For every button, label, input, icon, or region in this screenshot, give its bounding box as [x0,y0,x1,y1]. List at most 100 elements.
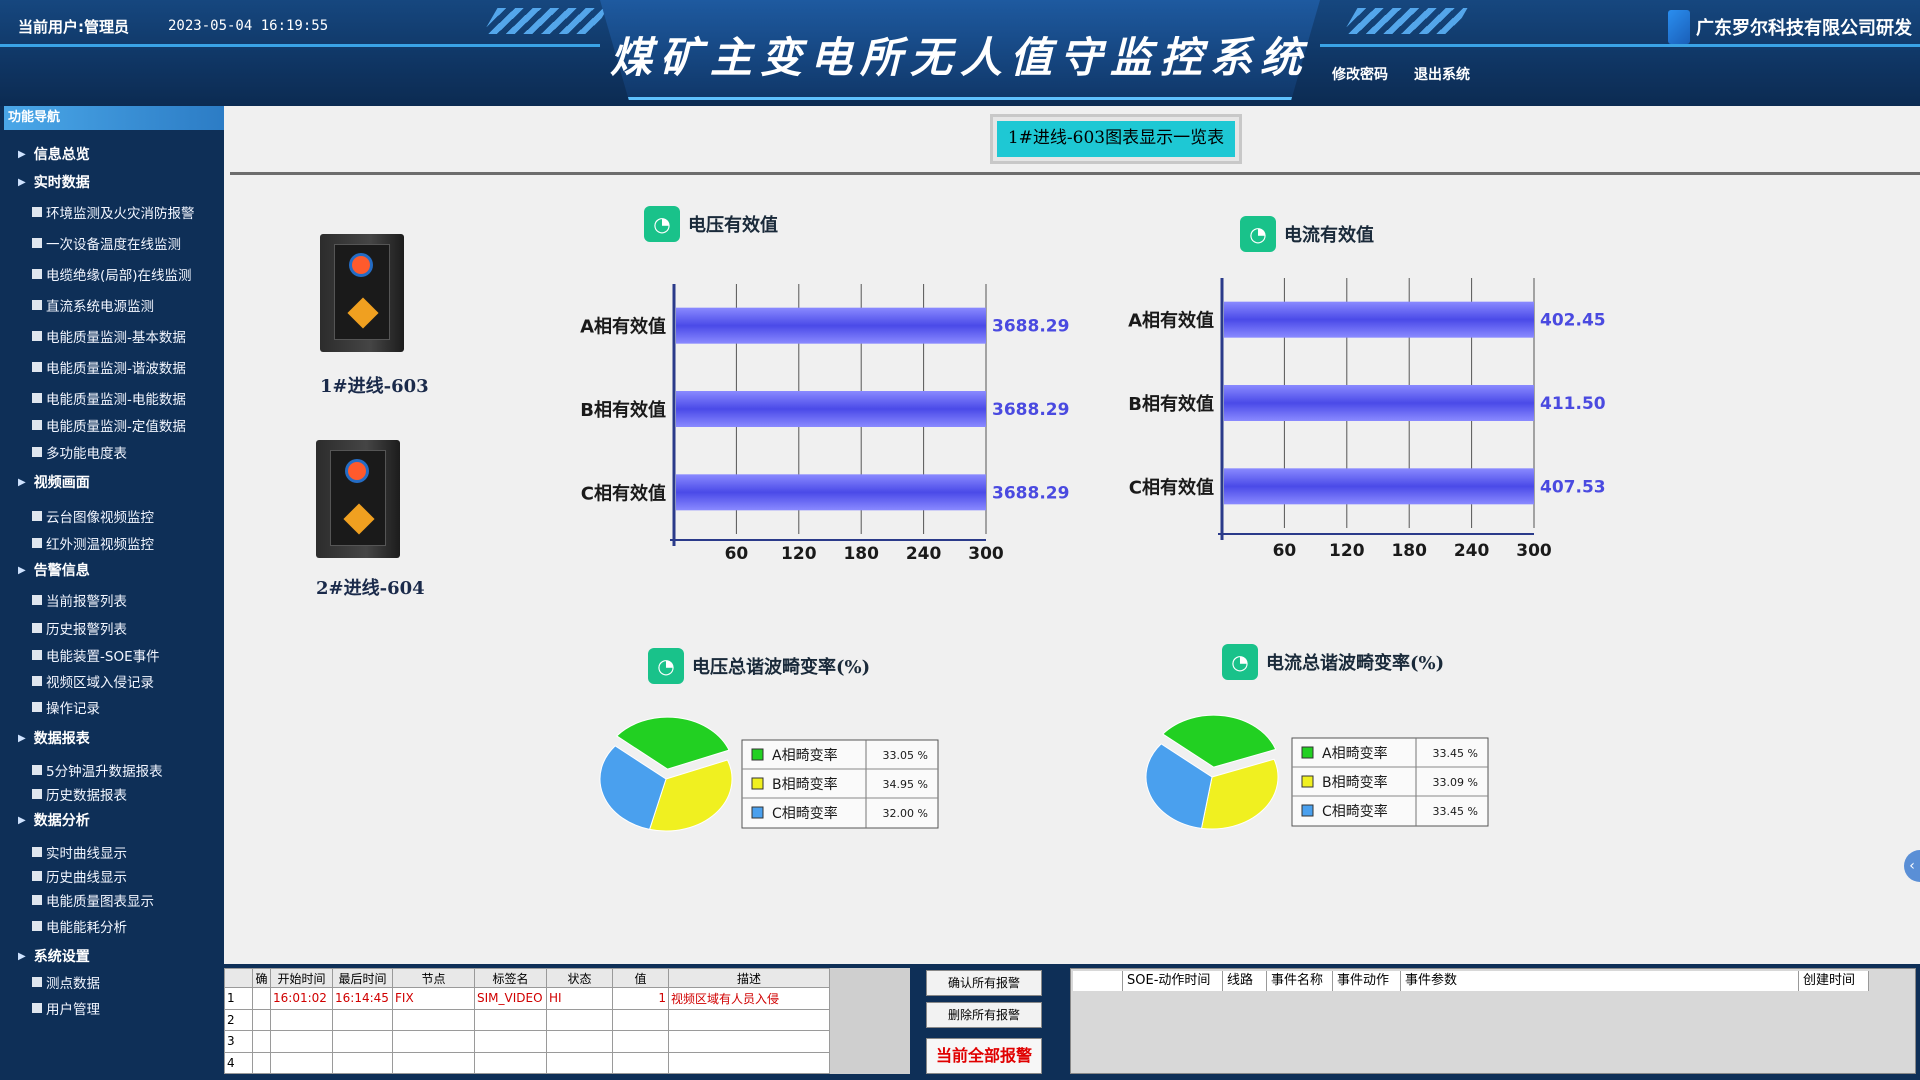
chevron-right-icon: ▶ [18,564,26,576]
alarm-col-ack[interactable]: 确 [252,968,271,988]
nav-item-label: 红外测温视频监控 [46,537,154,553]
nav-item-cable[interactable]: 电缆绝缘(局部)在线监测 [32,264,192,284]
row-ack[interactable] [252,1051,271,1074]
nav-item-soe[interactable]: 电能装置-SOE事件 [32,645,160,665]
item-box-icon [32,511,42,521]
nav-item-energy[interactable]: 电能能耗分析 [32,916,127,936]
soe-header-row: SOE-动作时间 线路 事件名称 事件动作 事件参数 创建时间 [1073,971,1869,991]
row-start [270,1030,333,1053]
nav-item-meter[interactable]: 多功能电度表 [32,442,127,462]
nav-item-cur-alarm[interactable]: 当前报警列表 [32,590,127,610]
logout-button[interactable]: 退出系统 [1414,64,1470,84]
chevron-right-icon: ▶ [18,176,26,188]
nav-item-rt-curve[interactable]: 实时曲线显示 [32,842,127,862]
alarm-col-state[interactable]: 状态 [546,968,613,988]
nav-group-info-overview[interactable]: ▶ 信息总览 [18,144,90,164]
nav-item-rep5[interactable]: 5分钟温升数据报表 [32,760,163,780]
item-box-icon [32,238,42,248]
item-box-icon [32,847,42,857]
alarm-col-start[interactable]: 开始时间 [270,968,333,988]
nav-item-hist-curve[interactable]: 历史曲线显示 [32,866,127,886]
nav-item-ptz[interactable]: 云台图像视频监控 [32,506,154,526]
voltage-thd-slice [648,759,733,832]
row-node [392,1008,475,1031]
delete-all-alarms-button[interactable]: 删除所有报警 [926,1002,1042,1028]
row-number: 3 [224,1030,253,1053]
alarm-header-row: 确 开始时间 最后时间 节点 标签名 状态 值 描述 [224,968,830,988]
soe-col-time[interactable]: SOE-动作时间 [1123,971,1223,991]
company-logo-icon [1668,10,1690,44]
charts-canvas: 60 120 180 240 300 A相有效值 3688.29 B相有效值 3688.29 C相… [580,278,1606,832]
current-thd-legend-label: B相畸变率 [1322,774,1388,791]
nav-group-analysis[interactable]: ▶ 数据分析 [18,810,90,830]
nav-item-label: 5分钟温升数据报表 [46,764,163,780]
item-box-icon [32,1003,42,1013]
item-box-icon [32,977,42,987]
nav-item-label: 环境监测及火灾消防报警 [46,206,195,222]
table-row[interactable]: 3 [224,1030,830,1053]
row-tag [474,1008,547,1031]
row-ack[interactable] [252,1008,271,1031]
current-bar [1224,385,1534,421]
nav-item-env[interactable]: 环境监测及火灾消防报警 [32,202,195,222]
main-panel: 1#进线-603图表显示一览表 1#进线-603 2#进线-604 ◔ 电压有效值… [224,106,1920,964]
nav-group-label: 视频画面 [33,475,90,491]
soe-col-created[interactable]: 创建时间 [1799,971,1869,991]
row-desc [668,1030,830,1053]
table-row[interactable]: 1 16:01:02 16:14:45 FIX SIM_VIDEO HI 1 视… [224,987,830,1010]
item-box-icon [32,921,42,931]
soe-col-event-action[interactable]: 事件动作 [1333,971,1401,991]
nav-item-temp[interactable]: 一次设备温度在线监测 [32,233,181,253]
table-row[interactable]: 2 [224,1008,830,1031]
change-password-button[interactable]: 修改密码 [1332,64,1388,84]
alarm-col-desc[interactable]: 描述 [668,968,830,988]
current-bar [1224,301,1534,338]
item-box-icon [32,702,42,712]
row-desc [668,1051,830,1074]
nav-group-video[interactable]: ▶ 视频画面 [18,472,90,492]
row-start [270,1051,333,1074]
soe-panel: SOE-动作时间 线路 事件名称 事件动作 事件参数 创建时间 [1070,968,1916,1074]
nav-item-dc[interactable]: 直流系统电源监测 [32,295,154,315]
soe-col-line[interactable]: 线路 [1223,971,1267,991]
nav-item-hist-alarm[interactable]: 历史报警列表 [32,618,127,638]
row-desc [668,1008,830,1031]
nav-item-pq-chart[interactable]: 电能质量图表显示 [32,890,154,910]
voltage-bar [676,391,986,427]
alarm-table-filler [830,968,910,1074]
alarm-col-last[interactable]: 最后时间 [332,968,393,988]
alarm-col-tag[interactable]: 标签名 [474,968,547,988]
nav-group-report[interactable]: ▶ 数据报表 [18,728,90,748]
soe-col-event-name[interactable]: 事件名称 [1267,971,1333,991]
current-tick-label: 240 [1454,541,1490,561]
nav-item-intrusion[interactable]: 视频区域入侵记录 [32,671,154,691]
nav-item-rephist[interactable]: 历史数据报表 [32,784,127,804]
alarm-col-node[interactable]: 节点 [392,968,475,988]
nav-item-label: 实时曲线显示 [46,846,127,862]
current-bar [1224,468,1534,505]
nav-group-realtime[interactable]: ▶ 实时数据 [18,172,90,192]
row-ack[interactable] [252,987,271,1010]
nav-item-users[interactable]: 用户管理 [32,998,100,1018]
row-value [612,1008,669,1031]
ack-all-alarms-button[interactable]: 确认所有报警 [926,970,1042,996]
current-all-alarms-button[interactable]: 当前全部报警 [926,1038,1042,1074]
nav-item-oplog[interactable]: 操作记录 [32,697,100,717]
alarm-col-value[interactable]: 值 [612,968,669,988]
soe-col-event-params[interactable]: 事件参数 [1401,971,1799,991]
nav-item-pq-set[interactable]: 电能质量监测-定值数据 [32,415,186,435]
nav-item-pq-energy[interactable]: 电能质量监测-电能数据 [32,388,186,408]
current-thd-legend-label: C相畸变率 [1322,803,1388,820]
nav-group-label: 系统设置 [33,949,90,965]
nav-item-points[interactable]: 测点数据 [32,972,100,992]
current-thd-legend-swatch [1301,804,1314,817]
nav-group-settings[interactable]: ▶ 系统设置 [18,946,90,966]
row-ack[interactable] [252,1030,271,1053]
current-category-label: A相有效值 [1128,310,1214,332]
nav-item-ir[interactable]: 红外测温视频监控 [32,533,154,553]
table-row[interactable]: 4 [224,1051,830,1074]
nav-group-alarm[interactable]: ▶ 告警信息 [18,560,90,580]
current-category-label: B相有效值 [1128,393,1214,415]
nav-item-pq-basic[interactable]: 电能质量监测-基本数据 [32,326,186,346]
nav-item-pq-harm[interactable]: 电能质量监测-谐波数据 [32,357,186,377]
